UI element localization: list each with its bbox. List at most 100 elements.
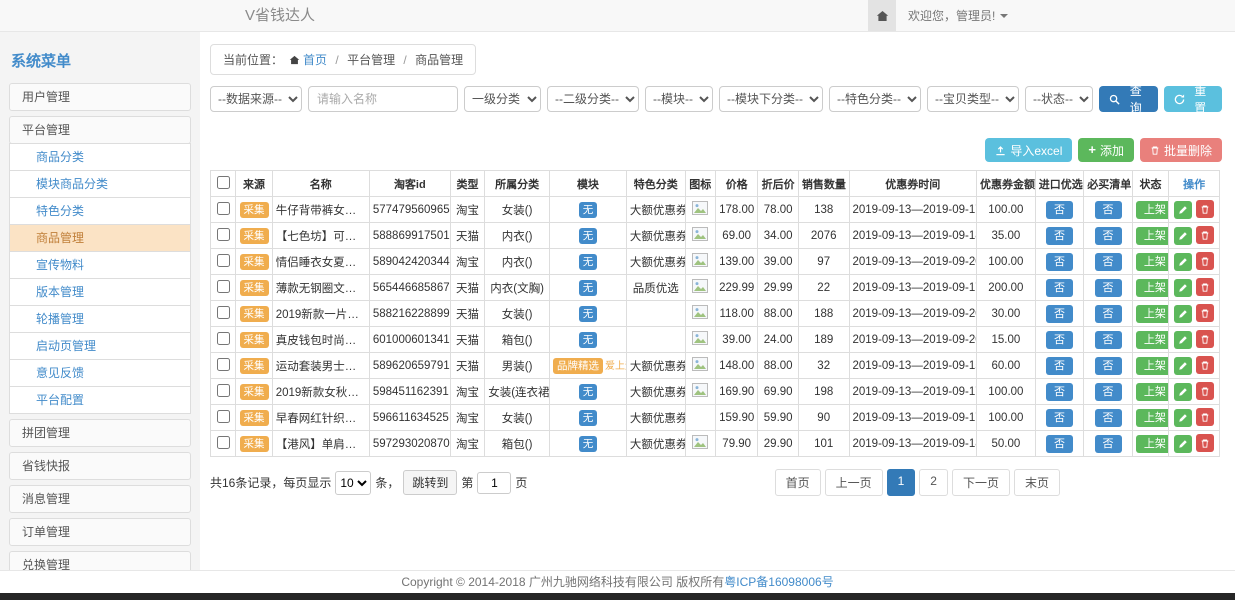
delete-button[interactable]: [1196, 434, 1214, 452]
status-button[interactable]: 上架: [1136, 357, 1169, 375]
icp-link[interactable]: 粤ICP备16098006号: [724, 575, 833, 589]
delete-button[interactable]: [1196, 382, 1214, 400]
edit-button[interactable]: [1174, 435, 1192, 453]
import-select-button[interactable]: 否: [1046, 331, 1073, 349]
delete-button[interactable]: [1196, 252, 1214, 270]
name-search-input[interactable]: [308, 86, 458, 112]
row-checkbox[interactable]: [217, 410, 230, 423]
pagination-button[interactable]: 2: [919, 469, 948, 496]
must-buy-button[interactable]: 否: [1095, 435, 1122, 453]
import-select-button[interactable]: 否: [1046, 435, 1073, 453]
sidebar-item[interactable]: 兑换管理: [9, 551, 191, 570]
home-button[interactable]: [868, 0, 896, 31]
must-buy-button[interactable]: 否: [1095, 201, 1122, 219]
sidebar-item[interactable]: 版本管理: [9, 278, 191, 306]
must-buy-button[interactable]: 否: [1095, 305, 1122, 323]
edit-button[interactable]: [1174, 357, 1192, 375]
import-select-button[interactable]: 否: [1046, 409, 1073, 427]
edit-button[interactable]: [1174, 305, 1192, 323]
pagination-button[interactable]: 首页: [775, 469, 821, 496]
sidebar-item[interactable]: 商品管理: [9, 224, 191, 252]
status-button[interactable]: 上架: [1136, 331, 1169, 349]
pagination-button[interactable]: 1: [887, 469, 916, 496]
edit-button[interactable]: [1174, 331, 1192, 349]
reset-button[interactable]: 重置: [1164, 86, 1223, 112]
import-select-button[interactable]: 否: [1046, 201, 1073, 219]
edit-button[interactable]: [1174, 201, 1192, 219]
must-buy-button[interactable]: 否: [1095, 227, 1122, 245]
sidebar-item[interactable]: 宣传物料: [9, 251, 191, 279]
must-buy-button[interactable]: 否: [1095, 279, 1122, 297]
search-button[interactable]: 查询: [1099, 86, 1158, 112]
edit-button[interactable]: [1174, 383, 1192, 401]
row-checkbox[interactable]: [217, 228, 230, 241]
module-select[interactable]: --模块--: [645, 86, 713, 112]
sidebar-item[interactable]: 特色分类: [9, 197, 191, 225]
must-buy-button[interactable]: 否: [1095, 383, 1122, 401]
row-checkbox[interactable]: [217, 202, 230, 215]
jump-button[interactable]: 跳转到: [403, 470, 457, 495]
sidebar-item[interactable]: 意见反馈: [9, 359, 191, 387]
edit-button[interactable]: [1174, 409, 1192, 427]
sidebar-item[interactable]: 拼团管理: [9, 419, 191, 447]
status-button[interactable]: 上架: [1136, 279, 1169, 297]
import-excel-button[interactable]: 导入excel: [985, 138, 1072, 162]
status-button[interactable]: 上架: [1136, 435, 1169, 453]
import-select-button[interactable]: 否: [1046, 253, 1073, 271]
status-button[interactable]: 上架: [1136, 305, 1169, 323]
sidebar-item[interactable]: 模块商品分类: [9, 170, 191, 198]
must-buy-button[interactable]: 否: [1095, 253, 1122, 271]
sidebar-item[interactable]: 轮播管理: [9, 305, 191, 333]
sidebar-item[interactable]: 平台配置: [9, 386, 191, 414]
add-button[interactable]: + 添加: [1078, 138, 1134, 162]
row-checkbox[interactable]: [217, 254, 230, 267]
sidebar-item[interactable]: 用户管理: [9, 83, 191, 111]
item-type-select[interactable]: --宝贝类型--: [927, 86, 1019, 112]
row-checkbox[interactable]: [217, 436, 230, 449]
must-buy-button[interactable]: 否: [1095, 357, 1122, 375]
feature-category-select[interactable]: --特色分类--: [829, 86, 921, 112]
status-button[interactable]: 上架: [1136, 201, 1169, 219]
data-source-select[interactable]: --数据来源--: [210, 86, 302, 112]
page-jump-input[interactable]: [477, 472, 511, 494]
import-select-button[interactable]: 否: [1046, 357, 1073, 375]
status-button[interactable]: 上架: [1136, 227, 1169, 245]
user-menu[interactable]: 欢迎您，管理员!: [896, 0, 1020, 31]
status-button[interactable]: 上架: [1136, 409, 1169, 427]
pagination-button[interactable]: 上一页: [825, 469, 883, 496]
edit-button[interactable]: [1174, 253, 1192, 271]
page-size-select[interactable]: 10: [335, 471, 371, 495]
level2-category-select[interactable]: --二级分类--: [547, 86, 639, 112]
must-buy-button[interactable]: 否: [1095, 331, 1122, 349]
pagination-button[interactable]: 下一页: [952, 469, 1010, 496]
edit-button[interactable]: [1174, 227, 1192, 245]
row-checkbox[interactable]: [217, 332, 230, 345]
row-checkbox[interactable]: [217, 358, 230, 371]
row-checkbox[interactable]: [217, 384, 230, 397]
delete-button[interactable]: [1196, 356, 1214, 374]
row-checkbox[interactable]: [217, 280, 230, 293]
delete-button[interactable]: [1196, 278, 1214, 296]
module-sub-category-select[interactable]: --模块下分类--: [719, 86, 823, 112]
delete-button[interactable]: [1196, 330, 1214, 348]
horizontal-scrollbar[interactable]: [0, 593, 1235, 600]
sidebar-item[interactable]: 省钱快报: [9, 452, 191, 480]
sidebar-item[interactable]: 平台管理: [9, 116, 191, 144]
select-all-checkbox[interactable]: [217, 176, 230, 189]
import-select-button[interactable]: 否: [1046, 305, 1073, 323]
sidebar-item[interactable]: 商品分类: [9, 143, 191, 171]
edit-button[interactable]: [1174, 279, 1192, 297]
row-checkbox[interactable]: [217, 306, 230, 319]
import-select-button[interactable]: 否: [1046, 227, 1073, 245]
import-select-button[interactable]: 否: [1046, 279, 1073, 297]
delete-button[interactable]: [1196, 200, 1214, 218]
level1-category-select[interactable]: 一级分类: [464, 86, 541, 112]
breadcrumb-home-link[interactable]: 首页: [303, 53, 327, 67]
batch-delete-button[interactable]: 批量删除: [1140, 138, 1222, 162]
import-select-button[interactable]: 否: [1046, 383, 1073, 401]
sidebar-item[interactable]: 订单管理: [9, 518, 191, 546]
delete-button[interactable]: [1196, 226, 1214, 244]
sidebar-item[interactable]: 启动页管理: [9, 332, 191, 360]
status-button[interactable]: 上架: [1136, 383, 1169, 401]
sidebar-item[interactable]: 消息管理: [9, 485, 191, 513]
